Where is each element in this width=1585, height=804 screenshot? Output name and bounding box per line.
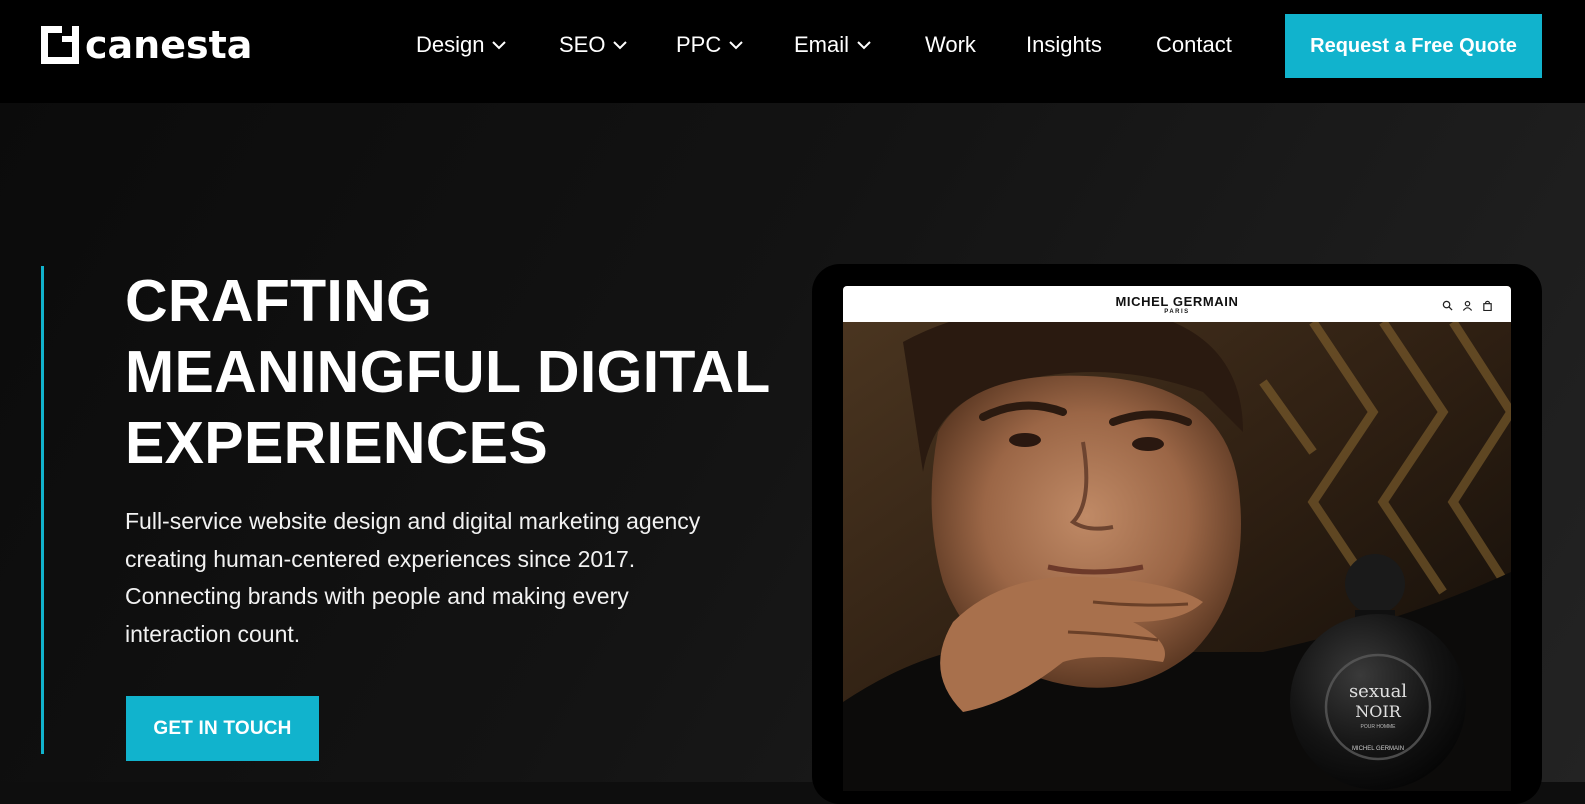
nav-item-seo[interactable]: SEO (559, 30, 628, 60)
nav-label: Insights (1026, 32, 1102, 57)
nav-item-ppc[interactable]: PPC (676, 30, 744, 60)
nav-item-design[interactable]: Design (416, 30, 507, 60)
chevron-down-icon (613, 41, 628, 50)
nav-label: Work (925, 32, 976, 57)
mockup-brand-city: PARIS (1164, 309, 1190, 315)
hero-description: Full-service website design and digital … (125, 503, 765, 653)
nav-item-insights[interactable]: Insights (1026, 30, 1102, 60)
chevron-down-icon (729, 41, 743, 50)
nav-label: PPC (676, 32, 722, 57)
nav-item-contact[interactable]: Contact (1156, 30, 1232, 60)
headline-line: EXPERIENCES (125, 410, 548, 476)
chevron-down-icon (492, 41, 507, 50)
hero-headline: CRAFTING MEANINGFUL DIGITAL EXPERIENCES (125, 266, 775, 479)
request-quote-button[interactable]: Request a Free Quote (1285, 14, 1542, 78)
svg-text:MICHEL GERMAIN: MICHEL GERMAIN (1352, 746, 1404, 752)
mockup-header-icons (1442, 300, 1493, 311)
svg-text:POUR HOMME: POUR HOMME (1361, 724, 1397, 730)
bag-icon (1483, 300, 1492, 311)
svg-text:sexual: sexual (1349, 681, 1407, 702)
nav-item-work[interactable]: Work (925, 30, 976, 60)
description-line: Full-service website design and digital … (125, 508, 701, 534)
headline-line: MEANINGFUL DIGITAL (125, 339, 771, 405)
mockup-brand-name: MICHEL GERMAIN (1115, 294, 1239, 309)
mockup-site-header: MICHEL GERMAIN PARIS (843, 286, 1511, 323)
accent-divider (41, 266, 44, 754)
nav-label: Contact (1156, 32, 1232, 57)
chevron-down-icon (857, 41, 871, 50)
nav-item-email[interactable]: Email (794, 30, 872, 60)
svg-text:NOIR: NOIR (1355, 702, 1401, 721)
get-in-touch-button[interactable]: GET IN TOUCH (126, 696, 319, 761)
mockup-screen: MICHEL GERMAIN PARIS sexual NOIR POUR HO… (843, 286, 1511, 791)
search-icon (1442, 300, 1453, 311)
nav-label: Design (416, 32, 485, 57)
description-line: interaction count. (125, 620, 301, 647)
nav-label: Email (794, 32, 850, 57)
hero-product-photo: sexual NOIR POUR HOMME MICHEL GERMAIN (843, 322, 1511, 791)
user-icon (1462, 300, 1473, 311)
tablet-mockup: MICHEL GERMAIN PARIS sexual NOIR POUR HO… (812, 264, 1542, 804)
nav-label: SEO (559, 32, 606, 57)
headline-line: CRAFTING (125, 268, 433, 334)
description-line: creating human-centered experiences sinc… (125, 545, 636, 572)
description-line: Connecting brands with people and making… (125, 583, 629, 609)
hero-section: CRAFTING MEANINGFUL DIGITAL EXPERIENCES … (0, 103, 1585, 804)
site-header: canesta Design SEO PPC Email Work Insigh… (0, 0, 1585, 103)
